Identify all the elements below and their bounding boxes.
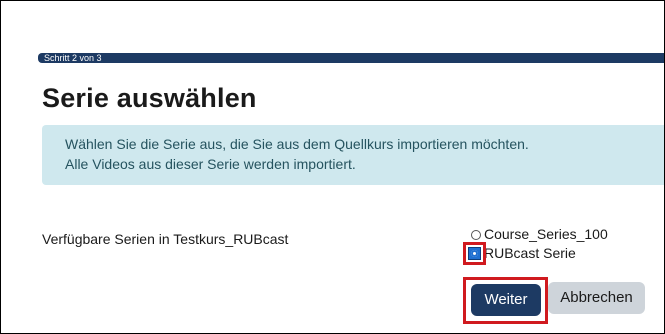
selected-radio-highlight	[463, 242, 486, 265]
info-line-2: Alle Videos aus dieser Serie werden impo…	[65, 156, 356, 172]
page-frame: Schritt 2 von 3 Serie auswählen Wählen S…	[0, 0, 665, 334]
option-label-rubcast-serie[interactable]: RUBcast Serie	[484, 244, 576, 263]
option-label-course-series-100[interactable]: Course_Series_100	[484, 225, 608, 244]
continue-button[interactable]: Weiter	[471, 284, 541, 316]
progress-bar: Schritt 2 von 3	[38, 53, 664, 63]
cancel-button[interactable]: Abbrechen	[548, 282, 645, 314]
info-alert: Wählen Sie die Serie aus, die Sie aus de…	[42, 125, 664, 185]
progress-label: Schritt 2 von 3	[44, 53, 102, 63]
selected-radio-icon	[468, 247, 481, 260]
radio-course-series-100[interactable]	[471, 230, 481, 240]
series-field-label: Verfügbare Serien in Testkurs_RUBcast	[42, 231, 289, 247]
page-title: Serie auswählen	[42, 83, 257, 113]
info-line-1: Wählen Sie die Serie aus, die Sie aus de…	[65, 136, 529, 152]
